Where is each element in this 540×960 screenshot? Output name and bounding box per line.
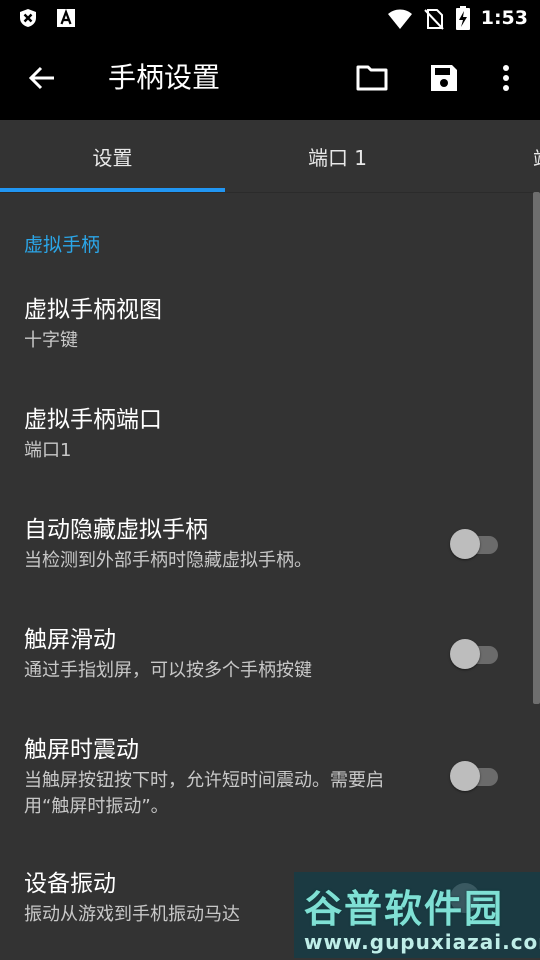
font-a-icon	[56, 8, 76, 28]
touch-swipe-toggle[interactable]	[450, 639, 500, 669]
watermark: 谷普软件园 www.gupuxiazai.com	[294, 872, 540, 958]
pref-title: 虚拟手柄端口	[24, 407, 162, 433]
shield-x-icon	[18, 8, 38, 28]
no-sim-icon	[423, 8, 445, 30]
arrow-left-icon	[28, 64, 56, 96]
tab-port-1[interactable]: 端口 1	[225, 120, 450, 192]
pref-title: 触屏滑动	[24, 627, 116, 653]
open-folder-button[interactable]	[350, 58, 394, 102]
pref-summary: 通过手指划屏，可以按多个手柄按键	[24, 660, 312, 681]
back-button[interactable]	[22, 60, 62, 100]
pref-touch-vibrate[interactable]: 触屏时震动 当触屏按钮按下时，允许短时间震动。需要启用“触屏时振动”。	[24, 734, 414, 820]
auto-hide-toggle[interactable]	[450, 529, 500, 559]
pref-title: 自动隐藏虚拟手柄	[24, 517, 208, 543]
more-vert-icon	[502, 64, 510, 96]
pref-auto-hide-gamepad[interactable]: 自动隐藏虚拟手柄 当检测到外部手柄时隐藏虚拟手柄。	[24, 514, 444, 574]
status-bar: 1:53	[0, 0, 540, 38]
tab-settings[interactable]: 设置	[0, 120, 225, 192]
watermark-title: 谷普软件园	[304, 887, 505, 931]
page-title: 手柄设置	[108, 61, 221, 94]
save-icon	[430, 64, 458, 96]
battery-charging-icon	[455, 6, 471, 30]
tab-bar: 设置 端口 1	[0, 120, 540, 193]
pref-summary: 端口1	[24, 440, 72, 461]
pref-summary: 当触屏按钮按下时，允许短时间震动。需要启用“触屏时振动”。	[24, 770, 384, 817]
pref-virtual-gamepad-port[interactable]: 虚拟手柄端口 端口1	[24, 404, 444, 464]
section-header-virtual-gamepad: 虚拟手柄	[24, 234, 101, 256]
pref-title: 触屏时震动	[24, 737, 139, 763]
scrollbar[interactable]	[533, 192, 540, 704]
settings-list: 虚拟手柄 虚拟手柄视图 十字键 虚拟手柄端口 端口1 自动隐藏虚拟手柄 当检测到…	[0, 192, 540, 960]
pref-touch-swipe[interactable]: 触屏滑动 通过手指划屏，可以按多个手柄按键	[24, 624, 444, 684]
watermark-url: www.gupuxiazai.com	[304, 930, 540, 954]
wifi-icon	[387, 8, 413, 29]
status-time: 1:53	[480, 7, 528, 29]
save-button[interactable]	[422, 58, 466, 102]
touch-vibrate-toggle[interactable]	[450, 761, 500, 791]
pref-virtual-gamepad-view[interactable]: 虚拟手柄视图 十字键	[24, 294, 444, 354]
more-options-button[interactable]	[484, 58, 528, 102]
app-toolbar: 手柄设置	[0, 38, 540, 120]
pref-summary: 当检测到外部手柄时隐藏虚拟手柄。	[24, 550, 312, 571]
pref-title: 虚拟手柄视图	[24, 297, 162, 323]
tab-port-2-partial[interactable]: 端	[533, 143, 540, 172]
pref-summary: 十字键	[24, 330, 78, 351]
folder-icon	[356, 65, 388, 95]
